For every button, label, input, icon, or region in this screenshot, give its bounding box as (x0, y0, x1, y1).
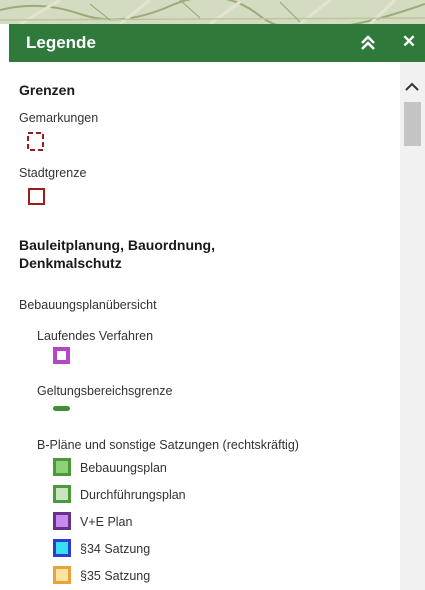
chevron-up-double-icon[interactable] (359, 33, 377, 53)
scroll-up-icon[interactable] (404, 80, 420, 92)
layer-label-bebauungsplanuebersicht: Bebauungsplanübersicht (19, 298, 157, 312)
sublayer-label-laufendes-verfahren: Laufendes Verfahren (37, 329, 154, 343)
durchfuehrungsplan-symbol (53, 485, 71, 503)
legend-label-gemarkungen: Gemarkungen (19, 111, 99, 125)
legend-label-satzung34: §34 Satzung (80, 542, 151, 556)
dashed-boundary-icon (27, 132, 44, 151)
sublayer-label-geltungsbereichsgrenze: Geltungsbereichsgrenze (37, 384, 173, 398)
close-icon[interactable]: ✕ (399, 31, 419, 53)
legend-panel-header: Legende ✕ (9, 24, 425, 62)
legend-label-ve-plan: V+E Plan (80, 515, 133, 529)
scrollbar-thumb[interactable] (404, 102, 421, 146)
sublayer-label-b-plaene: B-Pläne und sonstige Satzungen (rechtskr… (37, 438, 299, 452)
legend-label-durchfuehrungsplan: Durchführungsplan (80, 488, 186, 502)
satzung35-symbol (53, 566, 71, 584)
legend-label-bebauungsplan: Bebauungsplan (80, 461, 167, 475)
solid-boundary-icon (28, 188, 45, 205)
scrollbar[interactable] (400, 62, 425, 590)
legend-content: Grenzen Gemarkungen Stadtgrenze Bauleitp… (9, 62, 425, 590)
panel-title: Legende (26, 33, 96, 52)
legend-label-satzung35: §35 Satzung (80, 569, 151, 583)
satzung34-symbol (53, 539, 71, 557)
legend-label-stadtgrenze: Stadtgrenze (19, 166, 87, 180)
geltungsbereichsgrenze-line-symbol (53, 406, 70, 411)
map-background-strip (0, 0, 425, 24)
section-title-grenzen: Grenzen (19, 82, 76, 98)
section-title-bauleitplanung-line2: Denkmalschutz (19, 255, 122, 271)
ve-plan-symbol (53, 512, 71, 530)
laufendes-verfahren-symbol (53, 347, 70, 364)
section-title-bauleitplanung-line1: Bauleitplanung, Bauordnung, (19, 237, 215, 253)
bebauungsplan-symbol (53, 458, 71, 476)
